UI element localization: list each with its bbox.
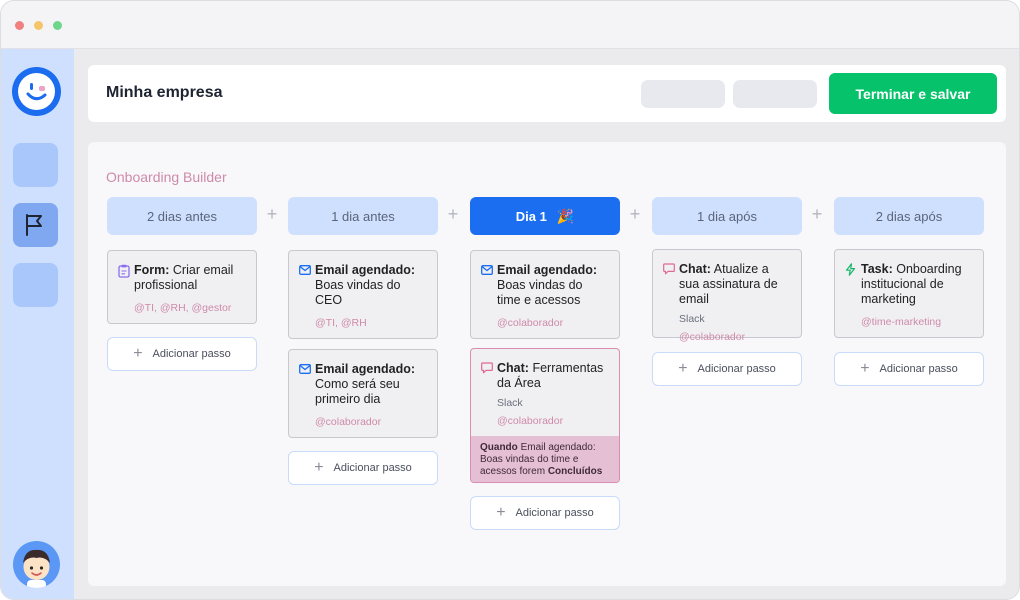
sidebar-item-flag[interactable] xyxy=(13,203,58,247)
card-type: Email agendado: xyxy=(497,263,598,277)
placeholder-button-1[interactable] xyxy=(641,80,725,108)
finish-and-save-button[interactable]: Terminar e salvar xyxy=(829,73,997,114)
card-tags: @time-marketing xyxy=(861,316,942,328)
envelope-icon xyxy=(299,264,315,279)
card-tags: @colaborador xyxy=(497,317,564,329)
condition-when: Quando xyxy=(480,442,518,453)
column-label: 1 dia após xyxy=(697,208,757,224)
add-step-label: Adicionar passo xyxy=(152,348,231,360)
card-tags: @colaborador xyxy=(315,416,382,428)
column-label: 1 dia antes xyxy=(331,208,395,224)
card-type: Chat: xyxy=(679,262,711,276)
sidebar xyxy=(1,49,74,599)
envelope-icon xyxy=(299,363,315,378)
card-type: Chat: xyxy=(497,361,529,375)
sidebar-item-3[interactable] xyxy=(13,263,58,307)
step-card-chat-conditional[interactable]: Chat: Ferramentas da Área Slack @colabor… xyxy=(470,348,620,483)
minimize-window-dot[interactable] xyxy=(34,21,43,30)
add-step-label: Adicionar passo xyxy=(333,462,412,474)
step-card-email[interactable]: Email agendado: Boas vindas do CEO @TI, … xyxy=(288,250,438,339)
card-type: Email agendado: xyxy=(315,263,416,277)
add-step-button[interactable]: + Adicionar passo xyxy=(288,451,438,485)
maximize-window-dot[interactable] xyxy=(53,21,62,30)
step-card-email[interactable]: Email agendado: Como será seu primeiro d… xyxy=(288,349,438,438)
placeholder-button-2[interactable] xyxy=(733,80,817,108)
close-window-dot[interactable] xyxy=(15,21,24,30)
add-step-button[interactable]: + Adicionar passo xyxy=(470,496,620,530)
app-window: Minha empresa Terminar e salvar Onboardi… xyxy=(0,0,1020,600)
card-type: Form: xyxy=(134,263,170,277)
window-titlebar xyxy=(1,1,1019,49)
card-tags: @colaborador xyxy=(497,415,564,427)
card-text: Boas vindas do time e acessos xyxy=(497,278,583,307)
card-tags: @TI, @RH, @gestor xyxy=(134,302,232,314)
user-avatar[interactable] xyxy=(13,541,60,588)
party-popper-icon: 🎉 xyxy=(556,207,575,224)
company-name: Minha empresa xyxy=(106,84,223,101)
card-condition: Quando Email agendado: Boas vindas do ti… xyxy=(471,436,619,482)
chat-bubble-icon xyxy=(663,263,679,279)
card-channel: Slack xyxy=(497,397,523,409)
card-type: Email agendado: xyxy=(315,362,416,376)
column-header-2-days-before[interactable]: 2 dias antes xyxy=(107,197,257,235)
plus-icon: + xyxy=(860,360,870,377)
add-column-plus-icon[interactable]: + xyxy=(445,205,461,223)
chat-bubble-icon xyxy=(481,362,497,378)
add-column-plus-icon[interactable]: + xyxy=(264,205,280,223)
add-step-label: Adicionar passo xyxy=(697,363,776,375)
plus-icon: + xyxy=(496,504,506,521)
column-header-1-day-before[interactable]: 1 dia antes xyxy=(288,197,438,235)
column-label: 2 dias após xyxy=(875,208,943,224)
add-step-button[interactable]: + Adicionar passo xyxy=(652,352,802,386)
flag-icon xyxy=(26,214,42,236)
card-text: Boas vindas do CEO xyxy=(315,278,401,307)
condition-state: Concluídos xyxy=(547,466,603,477)
card-tags: @TI, @RH xyxy=(315,317,367,329)
add-column-plus-icon[interactable]: + xyxy=(627,205,643,223)
card-text: Como será seu primeiro dia xyxy=(315,377,400,406)
column-header-2-days-after[interactable]: 2 dias após xyxy=(834,197,984,235)
plus-icon: + xyxy=(133,345,143,362)
app-logo[interactable] xyxy=(12,67,61,116)
board-title: Onboarding Builder xyxy=(106,169,227,185)
add-step-label: Adicionar passo xyxy=(879,363,958,375)
add-column-plus-icon[interactable]: + xyxy=(809,205,825,223)
envelope-icon xyxy=(481,264,497,279)
clipboard-icon xyxy=(118,264,134,282)
card-channel: Slack xyxy=(679,313,705,325)
step-card-task[interactable]: Task: Onboarding institucional de market… xyxy=(834,249,984,338)
top-header: Minha empresa Terminar e salvar xyxy=(88,65,1006,122)
step-card-form[interactable]: Form: Criar email profissional @TI, @RH,… xyxy=(107,250,257,324)
lightning-icon xyxy=(845,263,861,280)
add-step-label: Adicionar passo xyxy=(515,507,594,519)
add-step-button[interactable]: + Adicionar passo xyxy=(834,352,984,386)
column-header-day-1[interactable]: Dia 1 🎉 xyxy=(470,197,620,235)
smiley-logo-icon xyxy=(26,83,47,101)
plus-icon: + xyxy=(678,360,688,377)
step-card-chat[interactable]: Chat: Atualize a sua assinatura de email… xyxy=(652,249,802,343)
sidebar-item-1[interactable] xyxy=(13,143,58,187)
column-label: Dia 1 xyxy=(515,208,547,224)
avatar-face-icon xyxy=(23,549,50,588)
step-card-email[interactable]: Email agendado: Boas vindas do time e ac… xyxy=(470,250,620,339)
column-label: 2 dias antes xyxy=(146,208,218,224)
card-type: Task: xyxy=(861,262,893,276)
onboarding-board: Onboarding Builder 2 dias antes + 1 dia … xyxy=(88,142,1006,586)
plus-icon: + xyxy=(314,459,324,476)
column-header-1-day-after[interactable]: 1 dia após xyxy=(652,197,802,235)
card-tags: @colaborador xyxy=(679,331,746,343)
add-step-button[interactable]: + Adicionar passo xyxy=(107,337,257,371)
